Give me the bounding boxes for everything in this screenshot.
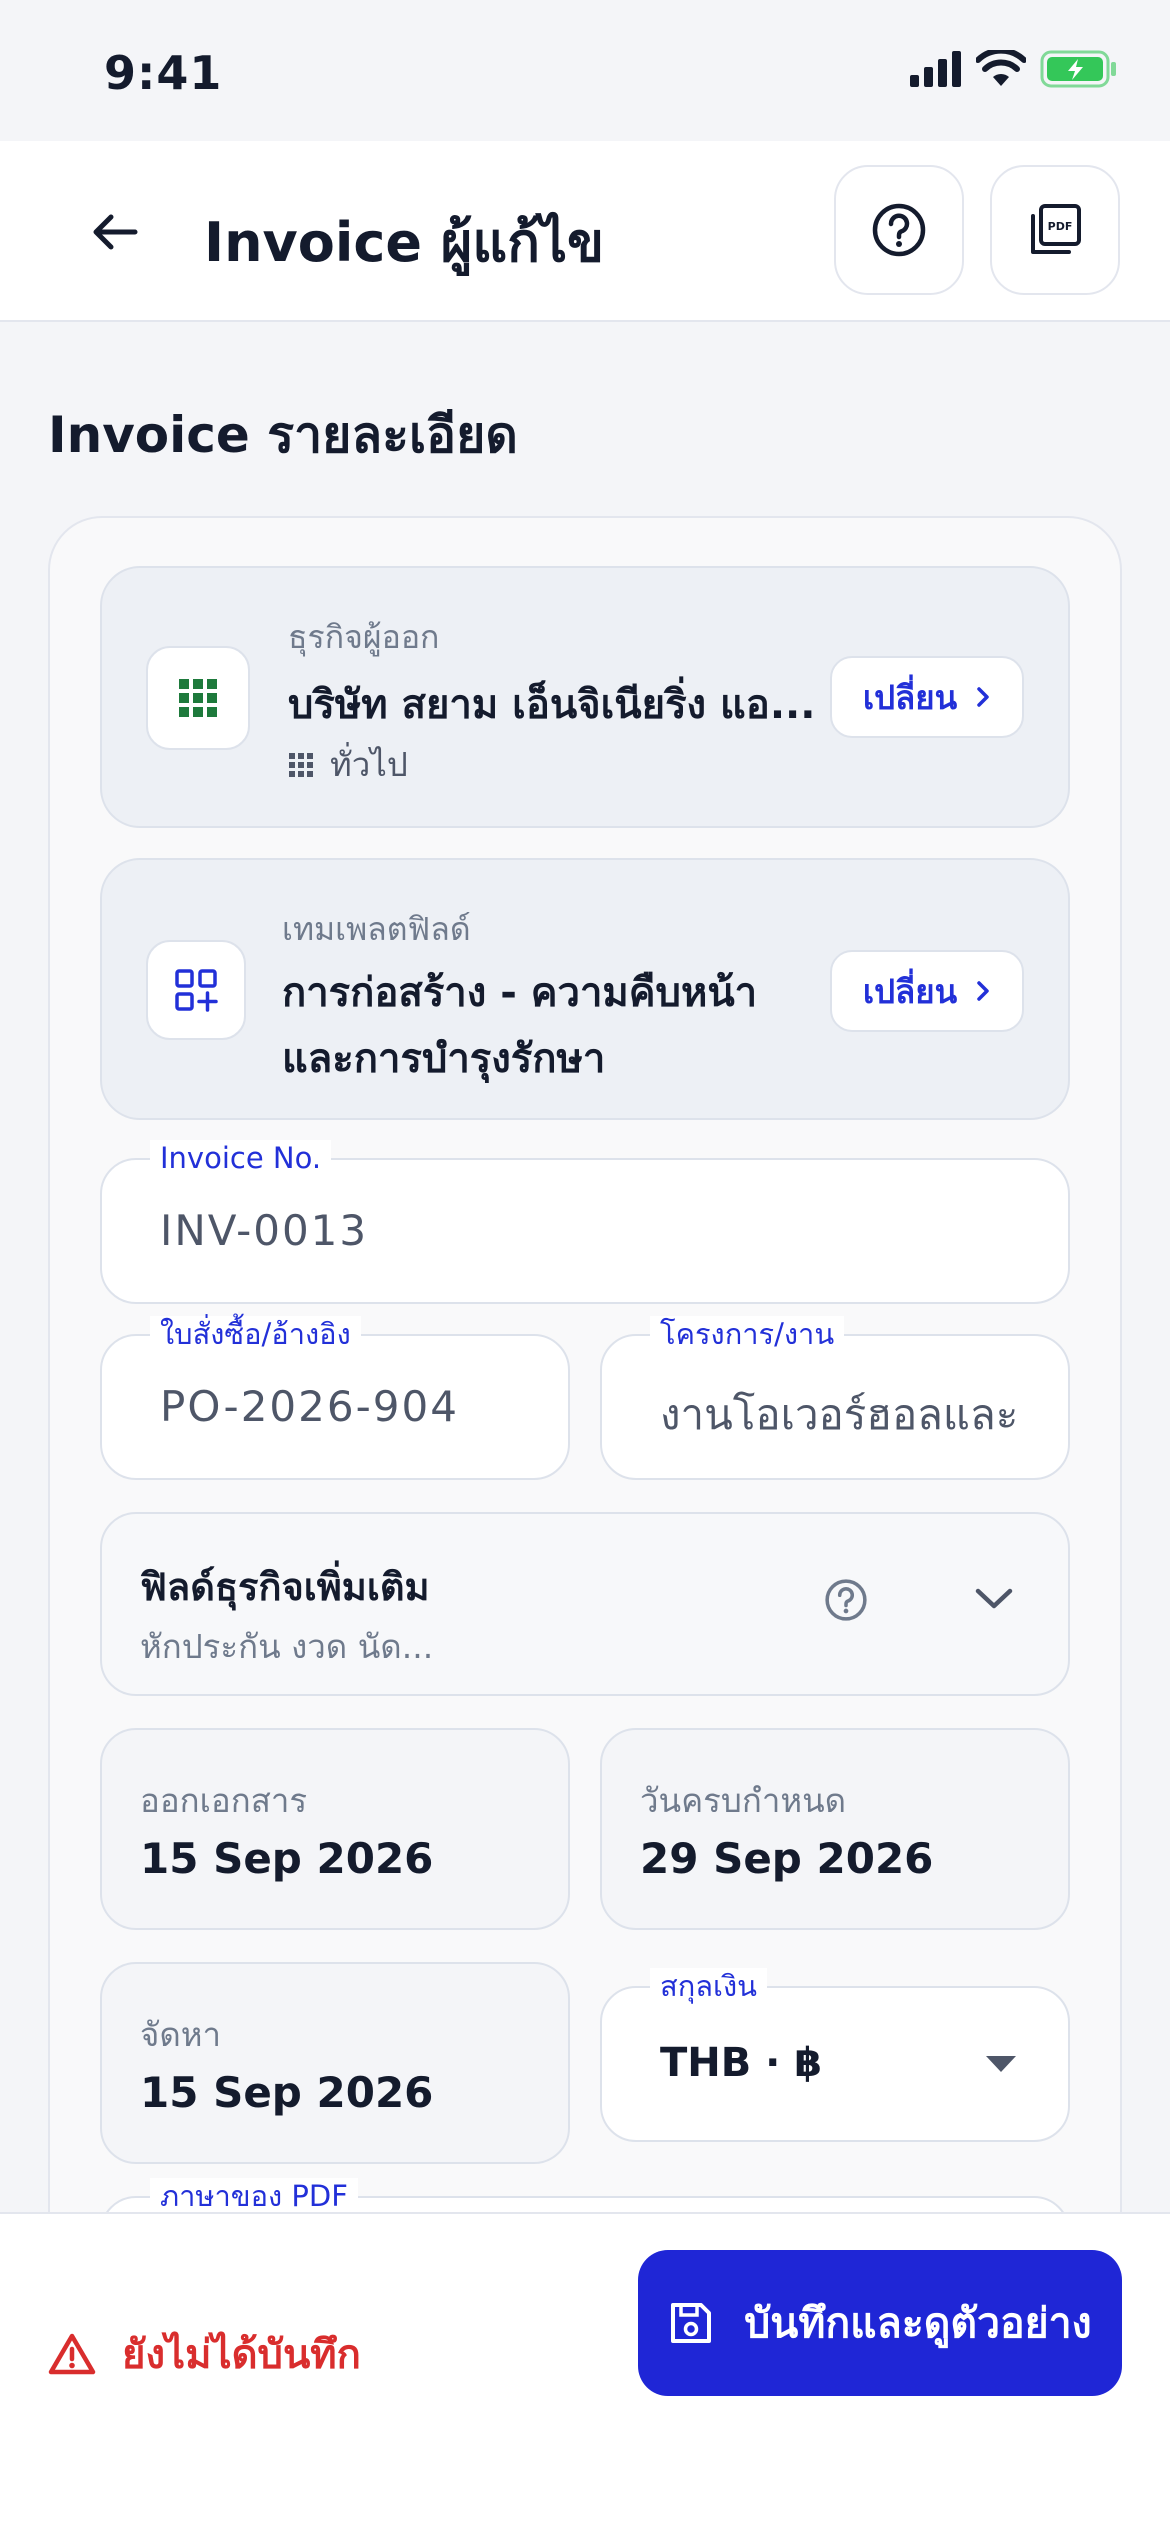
question-circle-icon (872, 203, 926, 257)
app-header: Invoice ผู้แก้ไข PDF (0, 141, 1170, 322)
supply-date-value: 15 Sep 2026 (140, 2068, 434, 2117)
grid-small-icon (289, 752, 313, 777)
template-name-line2: และการบำรุงรักษา (282, 1036, 606, 1082)
template-label: เทมเพลตฟิลด์ (282, 910, 471, 948)
issue-date-label: ออกเอกสาร (140, 1781, 308, 1820)
currency-label: สกุลเงิน (650, 1968, 767, 2004)
template-icon-box (146, 940, 246, 1040)
chevron-right-icon (977, 981, 989, 1001)
extra-business-fields[interactable]: ฟิลด์ธุรกิจเพิ่มเติม หักประกัน งวด นัด..… (100, 1512, 1070, 1696)
back-button[interactable] (70, 187, 160, 277)
invoice-number-label: Invoice No. (150, 1140, 332, 1176)
add-widget-icon (175, 969, 218, 1012)
chevron-down-icon (975, 1588, 1013, 1609)
svg-text:PDF: PDF (1048, 220, 1073, 233)
due-date-label: วันครบกำหนด (640, 1781, 847, 1820)
business-category-label: ทั่วไป (330, 745, 408, 784)
extra-fields-help-button[interactable] (824, 1578, 868, 1626)
status-bar: 9:41 (0, 0, 1170, 141)
invoice-number-value: INV-0013 (160, 1206, 369, 1255)
currency-select[interactable]: สกุลเงิน THB · ฿ (600, 1968, 1070, 2142)
unsaved-label: ยังไม่ได้บันทึก (122, 2332, 361, 2378)
due-date-field[interactable]: วันครบกำหนด 29 Sep 2026 (600, 1728, 1070, 1930)
battery-icon (1040, 50, 1116, 88)
save-and-preview-button[interactable]: บันทึกและดูตัวอย่าง (638, 2250, 1122, 2396)
business-selector[interactable]: ธุรกิจผู้ออก บริษัท สยาม เอ็นจิเนียริ่ง … (100, 566, 1070, 828)
status-time: 9:41 (104, 46, 223, 100)
invoice-number-field[interactable]: Invoice No. INV-0013 (100, 1140, 1070, 1304)
business-icon-box (146, 646, 250, 750)
page-title: Invoice ผู้แก้ไข (204, 211, 604, 274)
change-business-label: เปลี่ยน (862, 677, 958, 717)
extra-fields-subtitle: หักประกัน งวด นัด... (140, 1627, 434, 1666)
project-field[interactable]: โครงการ/งาน งานโอเวอร์ฮอลและ (600, 1316, 1070, 1480)
status-icons (910, 50, 1118, 88)
grid-apps-icon (179, 679, 217, 717)
issue-date-value: 15 Sep 2026 (140, 1834, 434, 1883)
supply-date-label: จัดหา (140, 2015, 222, 2054)
save-and-preview-label: บันทึกและดูตัวอย่าง (744, 2298, 1092, 2347)
issue-date-field[interactable]: ออกเอกสาร 15 Sep 2026 (100, 1728, 570, 1930)
business-category: ทั่วไป (288, 738, 408, 791)
save-icon (671, 2303, 712, 2343)
change-template-label: เปลี่ยน (862, 971, 958, 1011)
po-reference-field[interactable]: ใบสั่งซื้อ/อ้างอิง PO-2026-904 (100, 1316, 570, 1480)
expand-button[interactable] (974, 1586, 1014, 1616)
chevron-right-icon (977, 687, 989, 707)
pdf-button[interactable]: PDF (990, 165, 1120, 295)
arrow-left-icon (93, 214, 138, 250)
currency-value: THB · ฿ (660, 2040, 823, 2086)
po-reference-value: PO-2026-904 (160, 1382, 459, 1431)
caret-down-icon (986, 2056, 1016, 2072)
project-value: งานโอเวอร์ฮอลและ (660, 1390, 1019, 1439)
extra-fields-title: ฟิลด์ธุรกิจเพิ่มเติม (140, 1565, 430, 1609)
section-title: Invoice รายละเอียด (48, 406, 518, 464)
template-name-line1: การก่อสร้าง - ความคืบหน้า (282, 970, 758, 1016)
po-reference-label: ใบสั่งซื้อ/อ้างอิง (150, 1316, 361, 1352)
supply-date-field[interactable]: จัดหา 15 Sep 2026 (100, 1962, 570, 2164)
due-date-value: 29 Sep 2026 (640, 1834, 934, 1883)
change-template-button[interactable]: เปลี่ยน (830, 950, 1024, 1032)
unsaved-indicator: ยังไม่ได้บันทึก (48, 2322, 361, 2386)
pdf-file-icon: PDF (1031, 204, 1081, 254)
warning-triangle-icon (48, 2333, 96, 2375)
pdf-language-label: ภาษาของ PDF (150, 2178, 358, 2214)
question-circle-icon (825, 1579, 867, 1621)
signal-icon (910, 51, 961, 87)
business-name: บริษัท สยาม เอ็นจิเนียริ่ง แอ... (288, 682, 816, 728)
project-label: โครงการ/งาน (650, 1316, 845, 1352)
business-label: ธุรกิจผู้ออก (288, 618, 440, 656)
bottom-action-bar: ยังไม่ได้บันทึก บันทึกและดูตัวอย่าง (0, 2212, 1170, 2532)
help-button[interactable] (834, 165, 964, 295)
template-selector[interactable]: เทมเพลตฟิลด์ การก่อสร้าง - ความคืบหน้า แ… (100, 858, 1070, 1120)
wifi-icon (976, 50, 1026, 86)
change-business-button[interactable]: เปลี่ยน (830, 656, 1024, 738)
